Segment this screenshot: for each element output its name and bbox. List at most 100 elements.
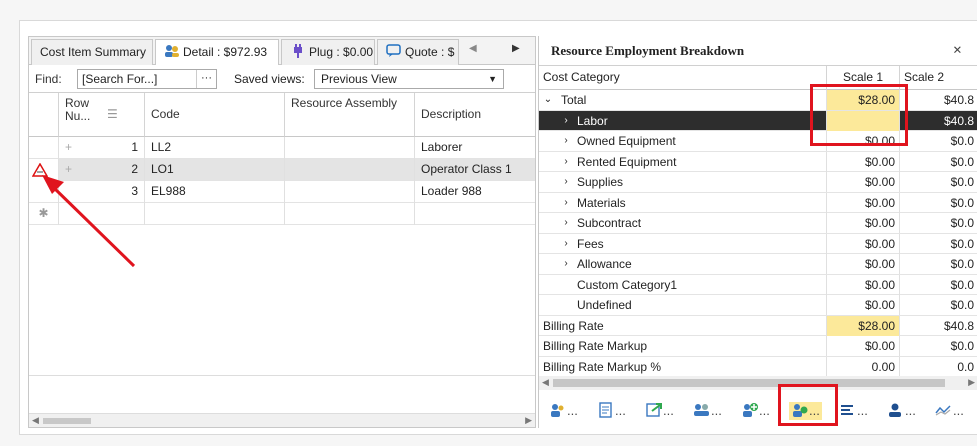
description-cell[interactable] — [415, 203, 535, 225]
resource-breakdown-panel: Resource Employment Breakdown × Cost Cat… — [538, 36, 977, 428]
assembly-cell[interactable] — [285, 159, 415, 181]
scale-1-value[interactable]: $0.00 — [827, 192, 900, 213]
scale-1-value[interactable]: $0.00 — [827, 233, 900, 254]
row-number-cell[interactable]: +1 — [59, 137, 145, 159]
breakdown-row-materials[interactable]: › Materials $0.00 $0.0 — [539, 192, 977, 213]
scale-1-value[interactable]: 0.00 — [827, 356, 900, 376]
code-cell[interactable]: LL2 — [145, 137, 285, 159]
view-chart-button[interactable]: ... — [935, 402, 964, 420]
scale-1-value[interactable]: $0.00 — [827, 295, 900, 315]
scale-2-value[interactable]: $0.0 — [900, 336, 977, 356]
tab-scroll-right-icon[interactable]: ▶ — [512, 43, 520, 54]
breakdown-row-allowance[interactable]: › Allowance $0.00 $0.0 — [539, 254, 977, 275]
scale-2-value[interactable]: $0.0 — [900, 152, 977, 172]
search-input[interactable]: [Search For...] ··· — [77, 69, 217, 89]
description-cell[interactable]: Laborer — [415, 137, 535, 159]
expand-chevron-icon[interactable]: › — [559, 193, 573, 213]
scale-2-value[interactable]: $0.0 — [900, 172, 977, 192]
code-cell[interactable]: EL988 — [145, 181, 285, 203]
code-cell[interactable]: LO1 — [145, 159, 285, 181]
row-indicator — [29, 137, 59, 159]
assembly-cell[interactable] — [285, 137, 415, 159]
scale-2-value[interactable]: $40.8 — [900, 316, 977, 336]
assembly-cell[interactable] — [285, 203, 415, 225]
scale-2-value[interactable]: $0.0 — [900, 295, 977, 315]
breakdown-horizontal-scrollbar[interactable]: ◀ ▶ — [539, 376, 977, 390]
scale-1-value[interactable]: $0.00 — [827, 172, 900, 192]
tab-detail[interactable]: Detail : $972.93 — [155, 39, 279, 66]
breakdown-row-total[interactable]: ⌄ Total $28.00 $40.8 — [539, 90, 977, 111]
expand-chevron-icon[interactable]: › — [559, 213, 573, 233]
scale-1-value[interactable]: $28.00 — [827, 315, 900, 336]
breakdown-row-billing-rate-markup-pct[interactable]: Billing Rate Markup % 0.00 0.0 — [539, 356, 977, 377]
close-icon[interactable]: × — [953, 36, 962, 66]
breakdown-row-billing-rate[interactable]: Billing Rate $28.00 $40.8 — [539, 315, 977, 336]
scale-2-value[interactable]: $0.0 — [900, 193, 977, 213]
breakdown-row-fees[interactable]: › Fees $0.00 $0.0 — [539, 233, 977, 254]
view-resources-button[interactable]: ... — [549, 402, 578, 420]
column-header-scale-2[interactable]: Scale 2 — [900, 66, 977, 90]
expand-chevron-icon[interactable]: › — [559, 152, 573, 172]
scale-1-value[interactable]: $0.00 — [827, 254, 900, 274]
breakdown-row-supplies[interactable]: › Supplies $0.00 $0.0 — [539, 172, 977, 193]
view-document-button[interactable]: ... — [597, 402, 626, 420]
expand-chevron-icon[interactable]: › — [559, 111, 573, 131]
table-row[interactable]: +1 LL2 Laborer — [29, 137, 535, 159]
breakdown-row-labor[interactable]: › Labor $28.00 $40.8 — [539, 110, 977, 131]
scroll-right-icon[interactable]: ▶ — [968, 377, 975, 388]
view-crew-button[interactable]: ... — [693, 402, 722, 420]
column-header-description[interactable]: Description — [415, 93, 535, 137]
expand-chevron-icon[interactable]: › — [559, 172, 573, 192]
breakdown-row-custom-category[interactable]: Custom Category1 $0.00 $0.0 — [539, 274, 977, 295]
scale-1-value[interactable]: $0.00 — [827, 213, 900, 233]
tab-quote[interactable]: Quote : $ — [377, 39, 459, 65]
saved-views-select[interactable]: Previous View ▼ — [314, 69, 504, 89]
column-header-resource-assembly[interactable]: Resource Assembly — [285, 93, 415, 137]
scroll-left-icon[interactable]: ◀ — [542, 377, 549, 388]
search-options-button[interactable]: ··· — [196, 70, 216, 88]
scale-2-value[interactable]: $40.8 — [900, 90, 977, 110]
scale-1-value[interactable]: $0.00 — [827, 274, 900, 295]
breakdown-row-owned-equipment[interactable]: › Owned Equipment $0.00 $0.0 — [539, 131, 977, 152]
horizontal-scrollbar[interactable]: ◀ ▶ — [29, 413, 535, 427]
tab-label: Plug : $0.00 — [309, 45, 374, 59]
expand-chevron-icon[interactable]: › — [559, 254, 573, 274]
scale-2-value[interactable]: 0.0 — [900, 357, 977, 377]
view-export-button[interactable]: ... — [645, 402, 674, 420]
find-toolbar: Find: [Search For...] ··· Saved views: P… — [29, 65, 535, 93]
scroll-thumb[interactable] — [43, 418, 91, 424]
scale-2-value[interactable]: $0.0 — [900, 234, 977, 254]
breakdown-row-rented-equipment[interactable]: › Rented Equipment $0.00 $0.0 — [539, 151, 977, 172]
breakdown-row-undefined[interactable]: Undefined $0.00 $0.0 — [539, 295, 977, 316]
view-add-resource-button[interactable]: ... — [741, 402, 770, 420]
scale-2-value[interactable]: $40.8 — [900, 111, 977, 131]
column-header-cost-category[interactable]: Cost Category — [539, 66, 827, 90]
column-header-code[interactable]: Code — [145, 93, 285, 137]
plug-icon — [290, 42, 306, 58]
scroll-right-icon[interactable]: ▶ — [525, 415, 532, 426]
scale-1-value[interactable]: $0.00 — [827, 336, 900, 356]
scale-1-value[interactable]: $0.00 — [827, 151, 900, 172]
expand-chevron-icon[interactable]: › — [559, 131, 573, 151]
breakdown-row-subcontract[interactable]: › Subcontract $0.00 $0.0 — [539, 213, 977, 234]
expand-chevron-icon[interactable]: › — [559, 234, 573, 254]
code-cell[interactable] — [145, 203, 285, 225]
breakdown-row-billing-rate-markup[interactable]: Billing Rate Markup $0.00 $0.0 — [539, 336, 977, 357]
scale-2-value[interactable]: $0.0 — [900, 131, 977, 151]
expand-plus-icon[interactable]: + — [65, 137, 72, 158]
collapse-chevron-icon[interactable]: ⌄ — [541, 90, 555, 110]
tab-plug[interactable]: Plug : $0.00 — [281, 39, 375, 65]
view-list-button[interactable]: ... — [839, 402, 868, 420]
tab-scroll-left-icon[interactable]: ◀ — [469, 43, 477, 54]
scale-2-value[interactable]: $0.0 — [900, 254, 977, 274]
scroll-left-icon[interactable]: ◀ — [32, 415, 39, 426]
assembly-cell[interactable] — [285, 181, 415, 203]
scroll-thumb[interactable] — [553, 379, 945, 387]
description-cell[interactable]: Loader 988 — [415, 181, 535, 203]
scale-2-value[interactable]: $0.0 — [900, 213, 977, 233]
scale-2-value[interactable]: $0.0 — [900, 275, 977, 295]
description-cell[interactable]: Operator Class 1 — [415, 159, 535, 181]
tab-cost-item-summary[interactable]: Cost Item Summary — [31, 39, 153, 65]
column-header-row-number[interactable]: Row Nu... ☰ — [59, 93, 145, 137]
view-person-button[interactable]: ... — [887, 402, 916, 420]
